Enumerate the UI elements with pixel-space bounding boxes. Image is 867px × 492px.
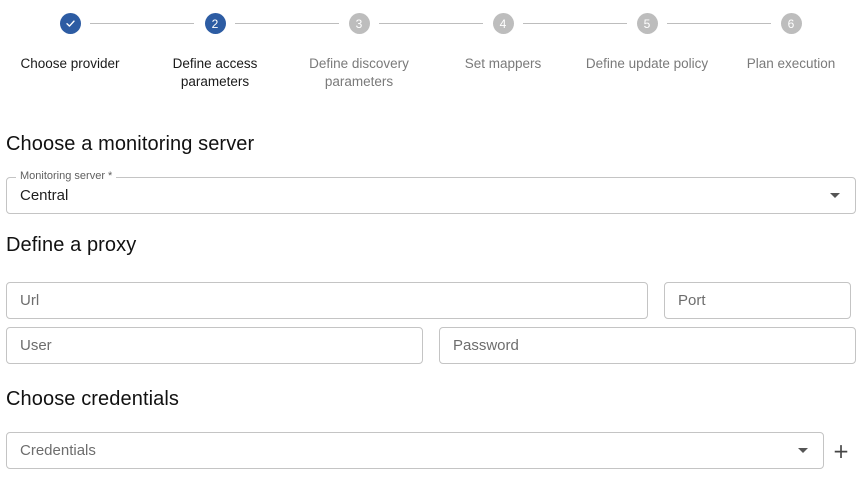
- dropdown-arrow-icon[interactable]: [798, 448, 808, 453]
- step-number: 2: [204, 13, 226, 34]
- step-label: Define discovery parameters: [309, 56, 409, 89]
- step-number: 6: [780, 13, 802, 34]
- proxy-section-title: Define a proxy: [6, 234, 137, 256]
- check-icon: [59, 13, 81, 34]
- step-label: Define update policy: [585, 56, 709, 71]
- credentials-select[interactable]: Credentials: [6, 432, 824, 469]
- dropdown-arrow-icon[interactable]: [830, 193, 840, 198]
- step-label: Plan execution: [746, 56, 836, 71]
- stepper: Choose provider 2 Define access paramete…: [0, 0, 867, 100]
- step-set-mappers[interactable]: 4 Set mappers: [428, 13, 578, 73]
- monitoring-server-value: Central: [20, 187, 69, 204]
- password-field[interactable]: [439, 327, 856, 364]
- user-input[interactable]: [7, 328, 422, 363]
- credentials-placeholder: Credentials: [20, 442, 96, 459]
- step-choose-provider[interactable]: Choose provider: [0, 13, 145, 73]
- monitoring-section-title: Choose a monitoring server: [6, 133, 255, 155]
- step-label: Set mappers: [464, 56, 542, 71]
- monitoring-server-label: Monitoring server *: [16, 170, 117, 182]
- step-plan-execution[interactable]: 6 Plan execution: [716, 13, 866, 73]
- step-label: Define access parameters: [172, 56, 258, 89]
- step-define-discovery-parameters[interactable]: 3 Define discovery parameters: [284, 13, 434, 91]
- monitoring-server-select[interactable]: Monitoring server * Central: [6, 170, 856, 214]
- step-number: 4: [492, 13, 514, 34]
- port-field[interactable]: [664, 282, 851, 319]
- step-number: 5: [636, 13, 658, 34]
- credentials-section-title: Choose credentials: [6, 388, 180, 410]
- step-label: Choose provider: [20, 56, 120, 71]
- url-input[interactable]: [7, 283, 647, 318]
- step-define-access-parameters[interactable]: 2 Define access parameters: [140, 13, 290, 91]
- add-credentials-button[interactable]: +: [831, 440, 851, 462]
- password-input[interactable]: [440, 328, 855, 363]
- user-field[interactable]: [6, 327, 423, 364]
- step-define-update-policy[interactable]: 5 Define update policy: [572, 13, 722, 73]
- url-field[interactable]: [6, 282, 648, 319]
- port-input[interactable]: [665, 283, 850, 318]
- step-number: 3: [348, 13, 370, 34]
